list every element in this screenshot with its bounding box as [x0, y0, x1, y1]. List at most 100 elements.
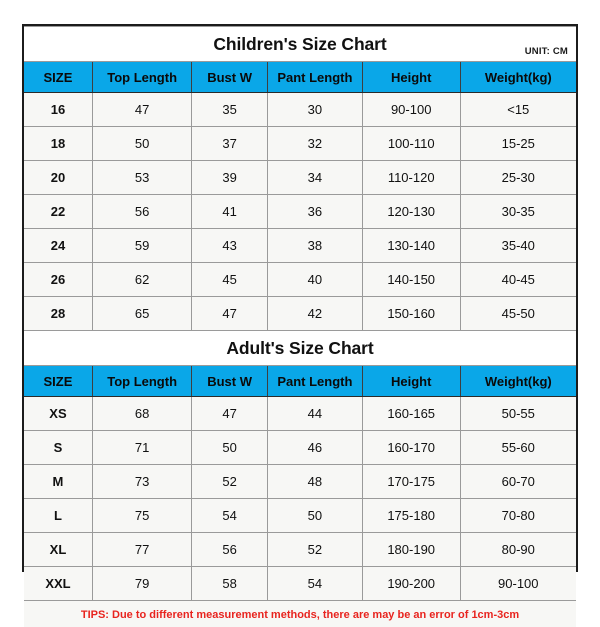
- cell-height: 100-110: [362, 127, 460, 161]
- cell-pant-length: 54: [267, 567, 362, 601]
- column-header-top-length: Top Length: [92, 62, 191, 93]
- cell-weight: 45-50: [460, 297, 576, 331]
- column-header-bust-w: Bust W: [192, 62, 268, 93]
- column-header-size: SIZE: [24, 366, 92, 397]
- cell-pant-length: 46: [267, 431, 362, 465]
- cell-top-length: 50: [92, 127, 191, 161]
- cell-pant-length: 52: [267, 533, 362, 567]
- table-row: 24594338130-14035-40: [24, 229, 576, 263]
- cell-weight: 60-70: [460, 465, 576, 499]
- column-header-pant-length: Pant Length: [267, 62, 362, 93]
- cell-size: XS: [24, 397, 92, 431]
- cell-size: 22: [24, 195, 92, 229]
- cell-pant-length: 50: [267, 499, 362, 533]
- cell-height: 160-165: [362, 397, 460, 431]
- cell-size: 16: [24, 93, 92, 127]
- cell-bust-w: 52: [192, 465, 268, 499]
- children-title-cell: Children's Size Chart UNIT: CM: [24, 27, 576, 62]
- cell-size: M: [24, 465, 92, 499]
- cell-bust-w: 35: [192, 93, 268, 127]
- cell-size: 20: [24, 161, 92, 195]
- table-row: 20533934110-12025-30: [24, 161, 576, 195]
- cell-size: XXL: [24, 567, 92, 601]
- table-row: 28654742150-16045-50: [24, 297, 576, 331]
- cell-weight: 30-35: [460, 195, 576, 229]
- cell-height: 175-180: [362, 499, 460, 533]
- cell-top-length: 79: [92, 567, 191, 601]
- adult-chart-title: Adult's Size Chart: [226, 338, 373, 358]
- cell-top-length: 56: [92, 195, 191, 229]
- column-header-height: Height: [362, 366, 460, 397]
- cell-pant-length: 42: [267, 297, 362, 331]
- cell-top-length: 62: [92, 263, 191, 297]
- cell-height: 90-100: [362, 93, 460, 127]
- cell-top-length: 75: [92, 499, 191, 533]
- table-row: XS684744160-16550-55: [24, 397, 576, 431]
- tips-cell: TIPS: Due to different measurement metho…: [24, 601, 576, 627]
- cell-height: 150-160: [362, 297, 460, 331]
- cell-pant-length: 44: [267, 397, 362, 431]
- cell-top-length: 65: [92, 297, 191, 331]
- column-header-height: Height: [362, 62, 460, 93]
- column-header-pant-length: Pant Length: [267, 366, 362, 397]
- cell-weight: 35-40: [460, 229, 576, 263]
- cell-height: 180-190: [362, 533, 460, 567]
- cell-bust-w: 58: [192, 567, 268, 601]
- cell-weight: 40-45: [460, 263, 576, 297]
- column-header-weight: Weight(kg): [460, 62, 576, 93]
- children-header-row: SIZETop LengthBust WPant LengthHeightWei…: [24, 62, 576, 93]
- cell-weight: 15-25: [460, 127, 576, 161]
- cell-pant-length: 34: [267, 161, 362, 195]
- cell-bust-w: 47: [192, 397, 268, 431]
- cell-bust-w: 41: [192, 195, 268, 229]
- cell-top-length: 59: [92, 229, 191, 263]
- tips-text: TIPS: Due to different measurement metho…: [81, 609, 519, 621]
- cell-height: 130-140: [362, 229, 460, 263]
- unit-label: UNIT: CM: [525, 46, 568, 57]
- column-header-size: SIZE: [24, 62, 92, 93]
- size-chart-sheet: Children's Size ChartUNIT: CMSIZETop Len…: [22, 24, 578, 572]
- column-header-weight: Weight(kg): [460, 366, 576, 397]
- cell-top-length: 47: [92, 93, 191, 127]
- table-row: XXL795854190-20090-100: [24, 567, 576, 601]
- cell-height: 110-120: [362, 161, 460, 195]
- cell-weight: <15: [460, 93, 576, 127]
- cell-size: XL: [24, 533, 92, 567]
- cell-top-length: 77: [92, 533, 191, 567]
- table-row: 26624540140-15040-45: [24, 263, 576, 297]
- cell-weight: 55-60: [460, 431, 576, 465]
- table-row: M735248170-17560-70: [24, 465, 576, 499]
- cell-size: 18: [24, 127, 92, 161]
- table-row: L755450175-18070-80: [24, 499, 576, 533]
- cell-height: 170-175: [362, 465, 460, 499]
- cell-weight: 70-80: [460, 499, 576, 533]
- table-row: XL775652180-19080-90: [24, 533, 576, 567]
- cell-bust-w: 54: [192, 499, 268, 533]
- cell-height: 190-200: [362, 567, 460, 601]
- cell-weight: 50-55: [460, 397, 576, 431]
- table-row: 1647353090-100<15: [24, 93, 576, 127]
- adult-title-cell: Adult's Size Chart: [24, 331, 576, 366]
- cell-weight: 25-30: [460, 161, 576, 195]
- adult-header-row: SIZETop LengthBust WPant LengthHeightWei…: [24, 366, 576, 397]
- cell-pant-length: 36: [267, 195, 362, 229]
- cell-bust-w: 45: [192, 263, 268, 297]
- cell-pant-length: 38: [267, 229, 362, 263]
- cell-bust-w: 43: [192, 229, 268, 263]
- table-row: 22564136120-13030-35: [24, 195, 576, 229]
- cell-height: 160-170: [362, 431, 460, 465]
- cell-size: 24: [24, 229, 92, 263]
- cell-height: 140-150: [362, 263, 460, 297]
- cell-bust-w: 37: [192, 127, 268, 161]
- cell-pant-length: 48: [267, 465, 362, 499]
- cell-top-length: 71: [92, 431, 191, 465]
- cell-pant-length: 40: [267, 263, 362, 297]
- tips-row: TIPS: Due to different measurement metho…: [24, 601, 576, 627]
- cell-top-length: 68: [92, 397, 191, 431]
- table-row: 18503732100-11015-25: [24, 127, 576, 161]
- cell-size: S: [24, 431, 92, 465]
- cell-size: 26: [24, 263, 92, 297]
- children-chart-title: Children's Size Chart: [213, 34, 386, 54]
- column-header-top-length: Top Length: [92, 366, 191, 397]
- column-header-bust-w: Bust W: [192, 366, 268, 397]
